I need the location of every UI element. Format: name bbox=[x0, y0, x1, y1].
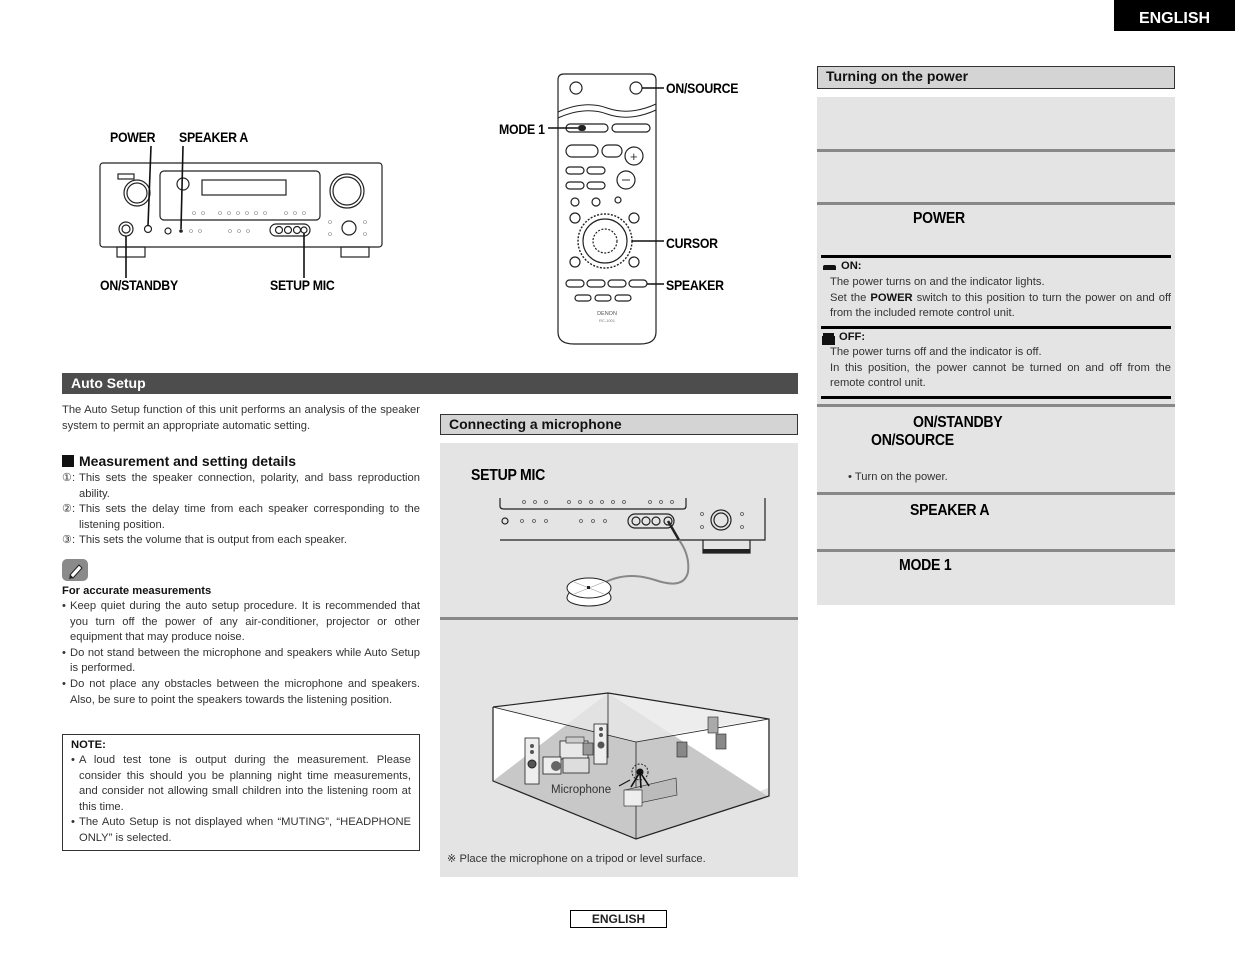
svg-text:+: + bbox=[630, 149, 638, 164]
list-item: • The Auto Setup is not displayed when “M… bbox=[71, 815, 411, 846]
callout-on-source: ON/SOURCE bbox=[666, 80, 739, 96]
square-bullet-icon bbox=[62, 455, 74, 467]
on-line2-prefix: Set the bbox=[830, 291, 871, 304]
note-box: NOTE: • A loud test tone is output during… bbox=[62, 734, 420, 851]
list-text: The Auto Setup is not displayed when “MU… bbox=[79, 816, 411, 844]
list-item: ①: This sets the speaker connection, pola… bbox=[62, 471, 420, 502]
footer-language-label: ENGLISH bbox=[570, 910, 667, 928]
divider bbox=[440, 617, 798, 620]
callout-cursor: CURSOR bbox=[666, 235, 718, 251]
list-text: This sets the speaker connection, polari… bbox=[79, 472, 420, 500]
step-on-standby-label: ON/STANDBY bbox=[913, 414, 1003, 431]
off-title-text: OFF: bbox=[839, 331, 866, 343]
step-on-source-label: ON/SOURCE bbox=[871, 432, 954, 449]
step-power-label: POWER bbox=[913, 210, 965, 227]
list-number: ③: bbox=[62, 534, 76, 547]
off-line2: In this position, the power cannot be tu… bbox=[830, 361, 1171, 390]
note-title: NOTE: bbox=[71, 739, 106, 751]
microphone-label: Microphone bbox=[551, 784, 612, 796]
callout-setup-mic: SETUP MIC bbox=[270, 277, 335, 293]
callout-on-standby: ON/STANDBY bbox=[100, 277, 178, 293]
list-number: ①: bbox=[62, 472, 76, 484]
off-description: The power turns off and the indicator is… bbox=[830, 345, 1171, 392]
power-bold: POWER bbox=[870, 291, 913, 304]
divider bbox=[817, 492, 1175, 495]
list-text: Do not place any obstacles between the m… bbox=[70, 677, 420, 706]
list-item: • Do not stand between the microphone and… bbox=[62, 646, 420, 677]
callout-power: POWER bbox=[110, 129, 156, 145]
on-title-text: ON: bbox=[841, 260, 862, 272]
on-line1: The power turns on and the indicator lig… bbox=[830, 276, 1045, 288]
turning-on-power-heading: Turning on the power bbox=[817, 66, 1175, 89]
list-text: This sets the delay time from each speak… bbox=[79, 503, 420, 531]
list-text: Keep quiet during the auto setup procedu… bbox=[70, 600, 420, 644]
callout-speaker: SPEAKER bbox=[666, 277, 724, 293]
list-item: • Keep quiet during the auto setup proced… bbox=[62, 599, 420, 646]
measurement-title-text: Measurement and setting details bbox=[79, 453, 297, 469]
remote-model: RC-1001 bbox=[599, 318, 616, 323]
step-mode1-label: MODE 1 bbox=[899, 557, 952, 574]
connecting-mic-heading: Connecting a microphone bbox=[440, 414, 798, 435]
callout-speaker-a: SPEAKER A bbox=[179, 129, 249, 145]
divider bbox=[817, 202, 1175, 205]
measurement-title: Measurement and setting details bbox=[62, 453, 296, 469]
auto-setup-intro: The Auto Setup function of this unit per… bbox=[62, 404, 420, 432]
note-list: • A loud test tone is output during the m… bbox=[71, 753, 411, 847]
divider bbox=[821, 326, 1171, 329]
list-text: This sets the volume that is output from… bbox=[79, 534, 348, 547]
on-line2: Set the POWER switch to this position to… bbox=[830, 291, 1171, 322]
switch-on-icon bbox=[823, 265, 836, 270]
list-item: • A loud test tone is output during the m… bbox=[71, 753, 411, 815]
auto-setup-heading: Auto Setup bbox=[62, 373, 798, 394]
language-tab: ENGLISH bbox=[1114, 0, 1235, 31]
divider bbox=[821, 396, 1171, 399]
divider bbox=[817, 149, 1175, 152]
accurate-measurements-title: For accurate measurements bbox=[62, 585, 212, 597]
divider bbox=[817, 404, 1175, 407]
list-item: • Do not place any obstacles between the … bbox=[62, 677, 420, 708]
setup-mic-label: SETUP MIC bbox=[471, 467, 546, 484]
turn-on-bullet: • Turn on the power. bbox=[848, 471, 948, 483]
on-title: ON: bbox=[823, 260, 862, 272]
divider bbox=[817, 549, 1175, 552]
measurement-list: ①: This sets the speaker connection, pola… bbox=[62, 471, 420, 549]
list-item: ②: This sets the delay time from each spe… bbox=[62, 502, 420, 533]
on-description: The power turns on and the indicator lig… bbox=[830, 275, 1171, 322]
pencil-icon bbox=[62, 559, 88, 581]
list-text: A loud test tone is output during the me… bbox=[79, 754, 411, 813]
list-text: Do not stand between the microphone and … bbox=[70, 646, 420, 675]
list-item: ③: This sets the volume that is output fr… bbox=[62, 533, 420, 549]
accurate-measurements-list: • Keep quiet during the auto setup proced… bbox=[62, 599, 420, 708]
switch-off-icon bbox=[823, 332, 834, 342]
tripod-note: ※ Place the microphone on a tripod or le… bbox=[447, 853, 706, 865]
remote-brand: DENON bbox=[597, 311, 617, 317]
room-layout-illustration bbox=[492, 692, 770, 840]
list-number: ②: bbox=[62, 503, 76, 516]
off-title: OFF: bbox=[823, 331, 865, 343]
callout-mode1: MODE 1 bbox=[499, 121, 545, 137]
step-speaker-a-label: SPEAKER A bbox=[910, 502, 990, 519]
divider bbox=[821, 255, 1171, 258]
off-line1: The power turns off and the indicator is… bbox=[830, 346, 1042, 358]
